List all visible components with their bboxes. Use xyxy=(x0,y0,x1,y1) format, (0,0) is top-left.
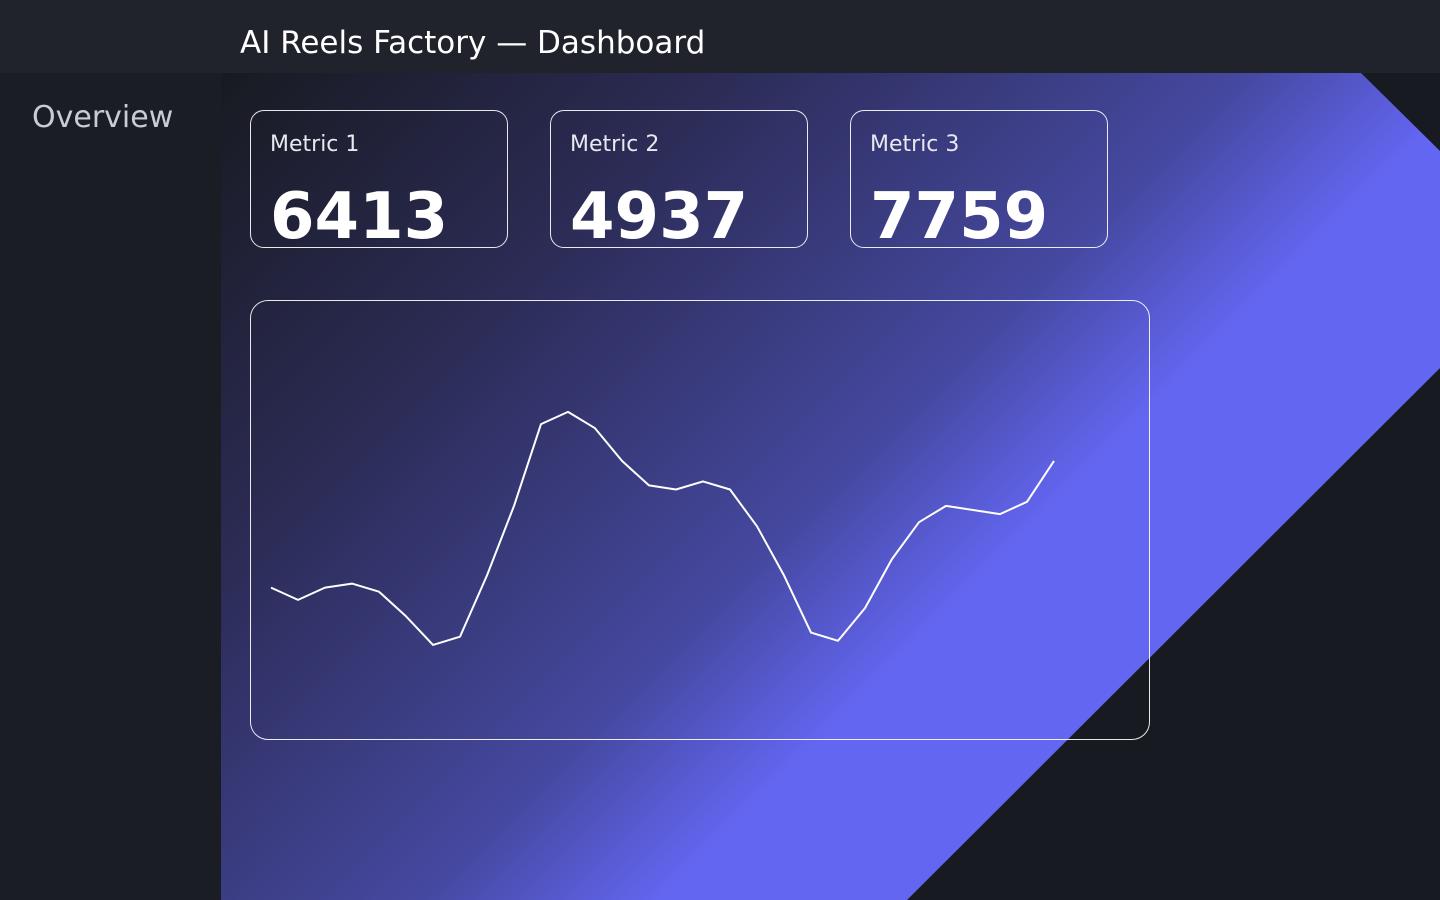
line-chart xyxy=(270,410,1055,646)
metric-value: 6413 xyxy=(270,180,449,254)
metric-card-1[interactable]: Metric 1 6413 xyxy=(250,110,508,253)
metric-card-2[interactable]: Metric 2 4937 xyxy=(550,110,808,253)
sidebar-item-overview[interactable]: Overview xyxy=(32,99,173,137)
main-content: Metric 1 6413 Metric 2 4937 Metric 3 775… xyxy=(221,73,1440,900)
metric-label: Metric 1 xyxy=(270,132,360,157)
metric-label: Metric 2 xyxy=(570,132,660,157)
sidebar: Overview xyxy=(0,73,221,900)
dashboard-app: AI Reels Factory — Dashboard Overview Me… xyxy=(0,0,1440,900)
metric-value: 4937 xyxy=(570,180,749,254)
series-line xyxy=(270,410,1055,646)
app-header: AI Reels Factory — Dashboard xyxy=(0,0,1440,73)
line-chart-card xyxy=(250,300,1150,740)
metric-label: Metric 3 xyxy=(870,132,960,157)
page-title: AI Reels Factory — Dashboard xyxy=(240,25,706,61)
metric-card-3[interactable]: Metric 3 7759 xyxy=(850,110,1108,253)
metric-value: 7759 xyxy=(870,180,1049,254)
